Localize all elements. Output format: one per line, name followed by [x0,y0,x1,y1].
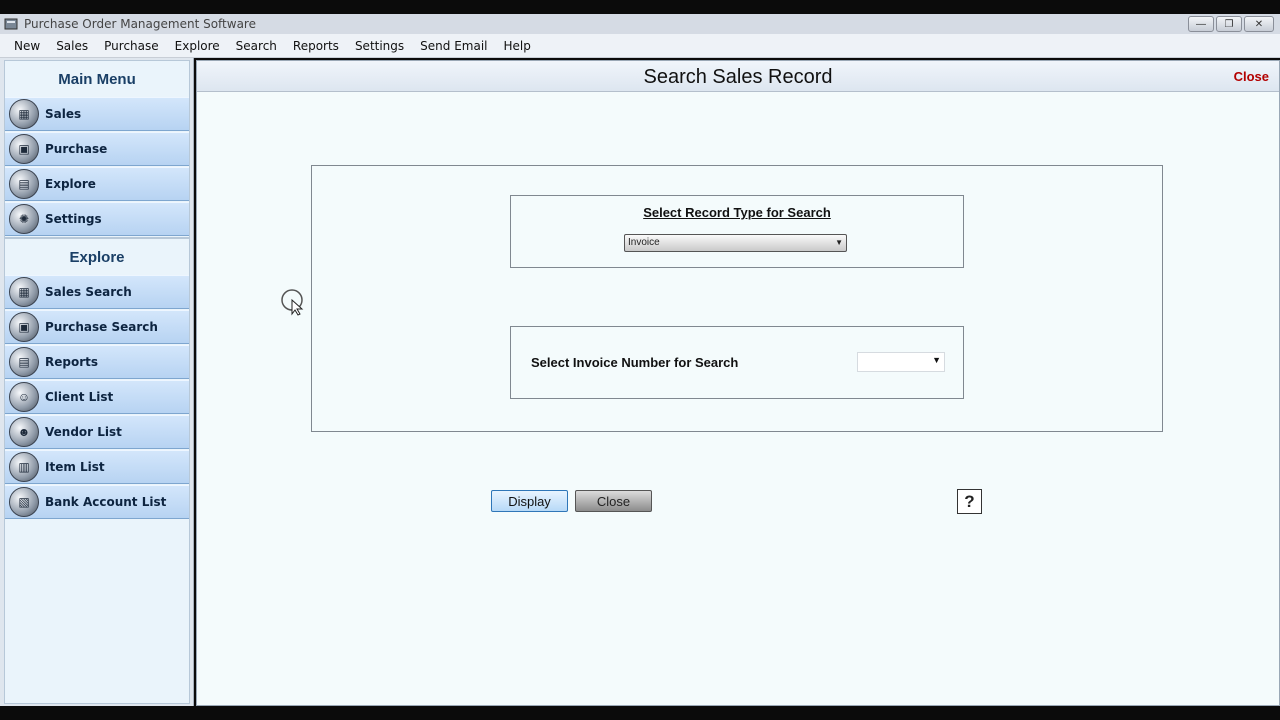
menu-settings[interactable]: Settings [349,39,410,53]
mouse-cursor-icon [281,289,304,316]
close-link[interactable]: Close [1234,69,1269,84]
sidebar-item-sales[interactable]: ▦ Sales [5,97,189,131]
record-type-group: Select Record Type for Search Invoice ▼ [510,195,964,268]
sidebar: Main Menu ▦ Sales ▣ Purchase ▤ Explore ✺… [0,58,194,706]
sidebar-item-label: Settings [45,212,102,226]
sidebar-item-client-list[interactable]: ☺ Client List [5,380,189,414]
sidebar-item-label: Sales Search [45,285,132,299]
menu-sales[interactable]: Sales [50,39,94,53]
menu-explore[interactable]: Explore [169,39,226,53]
sidebar-item-label: Sales [45,107,82,121]
record-type-label: Select Record Type for Search [643,205,831,220]
menu-search[interactable]: Search [230,39,283,53]
display-button[interactable]: Display [491,490,568,512]
sales-chart-icon: ▦ [9,99,39,129]
explore-folder-icon: ▤ [9,169,39,199]
close-button[interactable]: Close [575,490,652,512]
reports-icon: ▤ [9,347,39,377]
sales-search-icon: ▦ [9,277,39,307]
app-window: Purchase Order Management Software — ❐ ✕… [0,0,1280,720]
settings-gear-icon: ✺ [9,204,39,234]
sidebar-item-label: Client List [45,390,114,404]
sidebar-item-settings[interactable]: ✺ Settings [5,202,189,236]
chevron-down-icon: ▼ [932,355,941,365]
invoice-number-select[interactable]: ▼ [857,352,945,372]
sidebar-item-vendor-list[interactable]: ☻ Vendor List [5,415,189,449]
sidebar-item-bank-account-list[interactable]: ▧ Bank Account List [5,485,189,519]
menu-purchase[interactable]: Purchase [98,39,165,53]
help-button[interactable]: ? [957,489,982,514]
invoice-number-group: Select Invoice Number for Search ▼ [510,326,964,399]
explore-title: Explore [69,248,125,266]
window-title: Purchase Order Management Software [24,17,256,31]
main-content: Search Sales Record Close Select Record … [196,60,1280,706]
app-icon [4,18,18,30]
bank-account-icon: ▧ [9,487,39,517]
sidebar-item-label: Vendor List [45,425,122,439]
sidebar-item-label: Purchase Search [45,320,158,334]
record-type-value: Invoice [628,237,660,248]
sidebar-item-label: Explore [45,177,96,191]
minimize-button[interactable]: — [1188,16,1214,32]
menu-bar: New Sales Purchase Explore Search Report… [0,34,1280,58]
sidebar-item-reports[interactable]: ▤ Reports [5,345,189,379]
menu-new[interactable]: New [8,39,46,53]
main-header: Search Sales Record Close [197,61,1279,92]
main-menu-panel: Main Menu ▦ Sales ▣ Purchase ▤ Explore ✺… [4,60,190,238]
item-list-icon: ▥ [9,452,39,482]
window-controls: — ❐ ✕ [1188,16,1274,32]
sidebar-item-item-list[interactable]: ▥ Item List [5,450,189,484]
maximize-button[interactable]: ❐ [1216,16,1242,32]
sidebar-item-label: Reports [45,355,99,369]
sidebar-item-label: Bank Account List [45,495,167,509]
menu-reports[interactable]: Reports [287,39,345,53]
main-menu-title: Main Menu [58,70,136,88]
client-list-icon: ☺ [9,382,39,412]
sidebar-item-label: Item List [45,460,105,474]
chevron-down-icon: ▼ [835,238,843,247]
sidebar-item-explore[interactable]: ▤ Explore [5,167,189,201]
vendor-list-icon: ☻ [9,417,39,447]
purchase-search-icon: ▣ [9,312,39,342]
close-window-button[interactable]: ✕ [1244,16,1274,32]
title-bar: Purchase Order Management Software — ❐ ✕ [0,14,1280,34]
page-title: Search Sales Record [643,66,833,88]
record-type-select[interactable]: Invoice ▼ [624,234,847,252]
invoice-number-label: Select Invoice Number for Search [531,355,739,370]
sidebar-item-label: Purchase [45,142,108,156]
search-form-box: Select Record Type for Search Invoice ▼ … [311,165,1163,432]
menu-help[interactable]: Help [498,39,537,53]
purchase-cart-icon: ▣ [9,134,39,164]
menu-send-email[interactable]: Send Email [414,39,493,53]
sidebar-item-sales-search[interactable]: ▦ Sales Search [5,275,189,309]
sidebar-item-purchase-search[interactable]: ▣ Purchase Search [5,310,189,344]
explore-panel: Explore ▦ Sales Search ▣ Purchase Search… [4,238,190,704]
sidebar-item-purchase[interactable]: ▣ Purchase [5,132,189,166]
